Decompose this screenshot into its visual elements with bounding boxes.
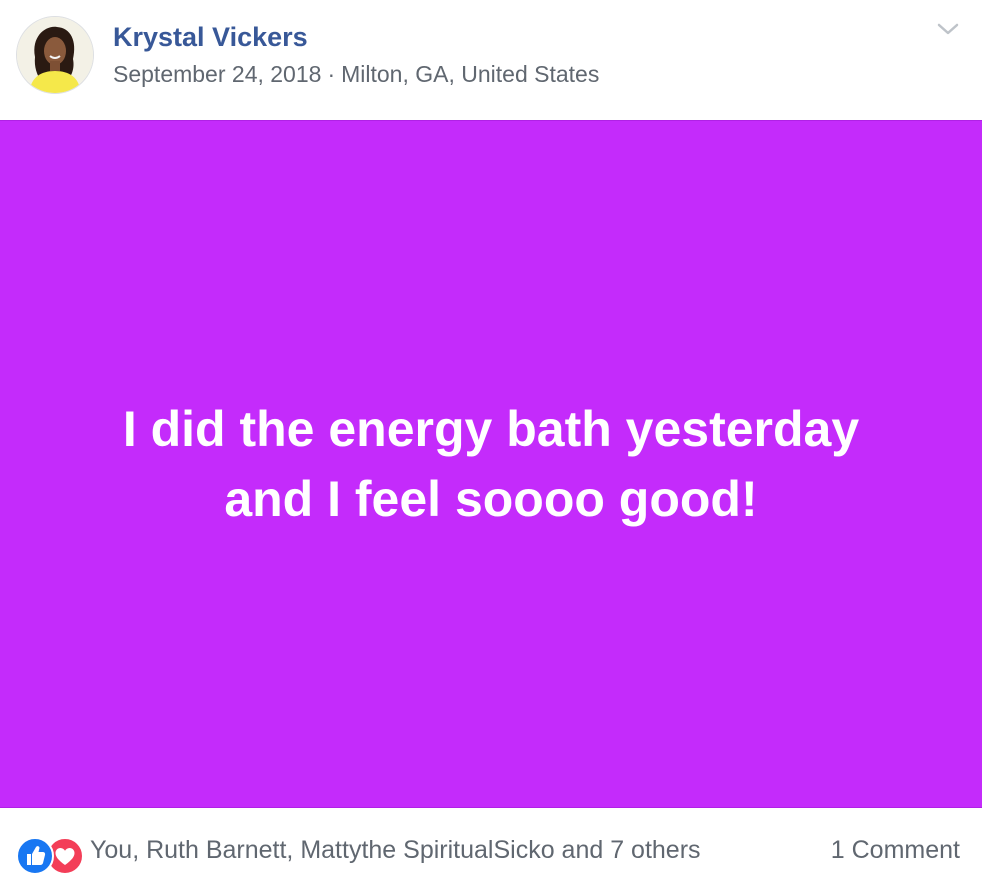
- comments-count-link[interactable]: 1 Comment: [831, 836, 960, 865]
- post-body-line-2: and I feel soooo good!: [224, 471, 758, 527]
- reaction-icons[interactable]: [16, 837, 84, 875]
- meta-separator: ·: [327, 61, 336, 87]
- post-meta: September 24, 2018 · Milton, GA, United St…: [113, 61, 599, 88]
- post-location-link[interactable]: Milton, GA, United States: [341, 61, 599, 87]
- author-avatar[interactable]: [16, 16, 94, 94]
- reactors-link[interactable]: You, Ruth Barnett, Mattythe SpiritualSic…: [90, 836, 701, 865]
- like-icon: [16, 837, 54, 875]
- author-name-link[interactable]: Krystal Vickers: [113, 22, 308, 53]
- post-text-background: I did the energy bath yesterday and I fe…: [0, 120, 982, 808]
- post-header: Krystal Vickers September 24, 2018 · Milto…: [0, 0, 982, 120]
- post-body-line-1: I did the energy bath yesterday: [122, 401, 860, 457]
- avatar-image: [17, 17, 93, 93]
- post-body-text: I did the energy bath yesterday and I fe…: [83, 394, 899, 534]
- post-card: Krystal Vickers September 24, 2018 · Milto…: [0, 0, 982, 888]
- chevron-down-icon[interactable]: [936, 20, 960, 38]
- post-date-link[interactable]: September 24, 2018: [113, 61, 321, 87]
- post-footer: You, Ruth Barnett, Mattythe SpiritualSic…: [0, 808, 982, 888]
